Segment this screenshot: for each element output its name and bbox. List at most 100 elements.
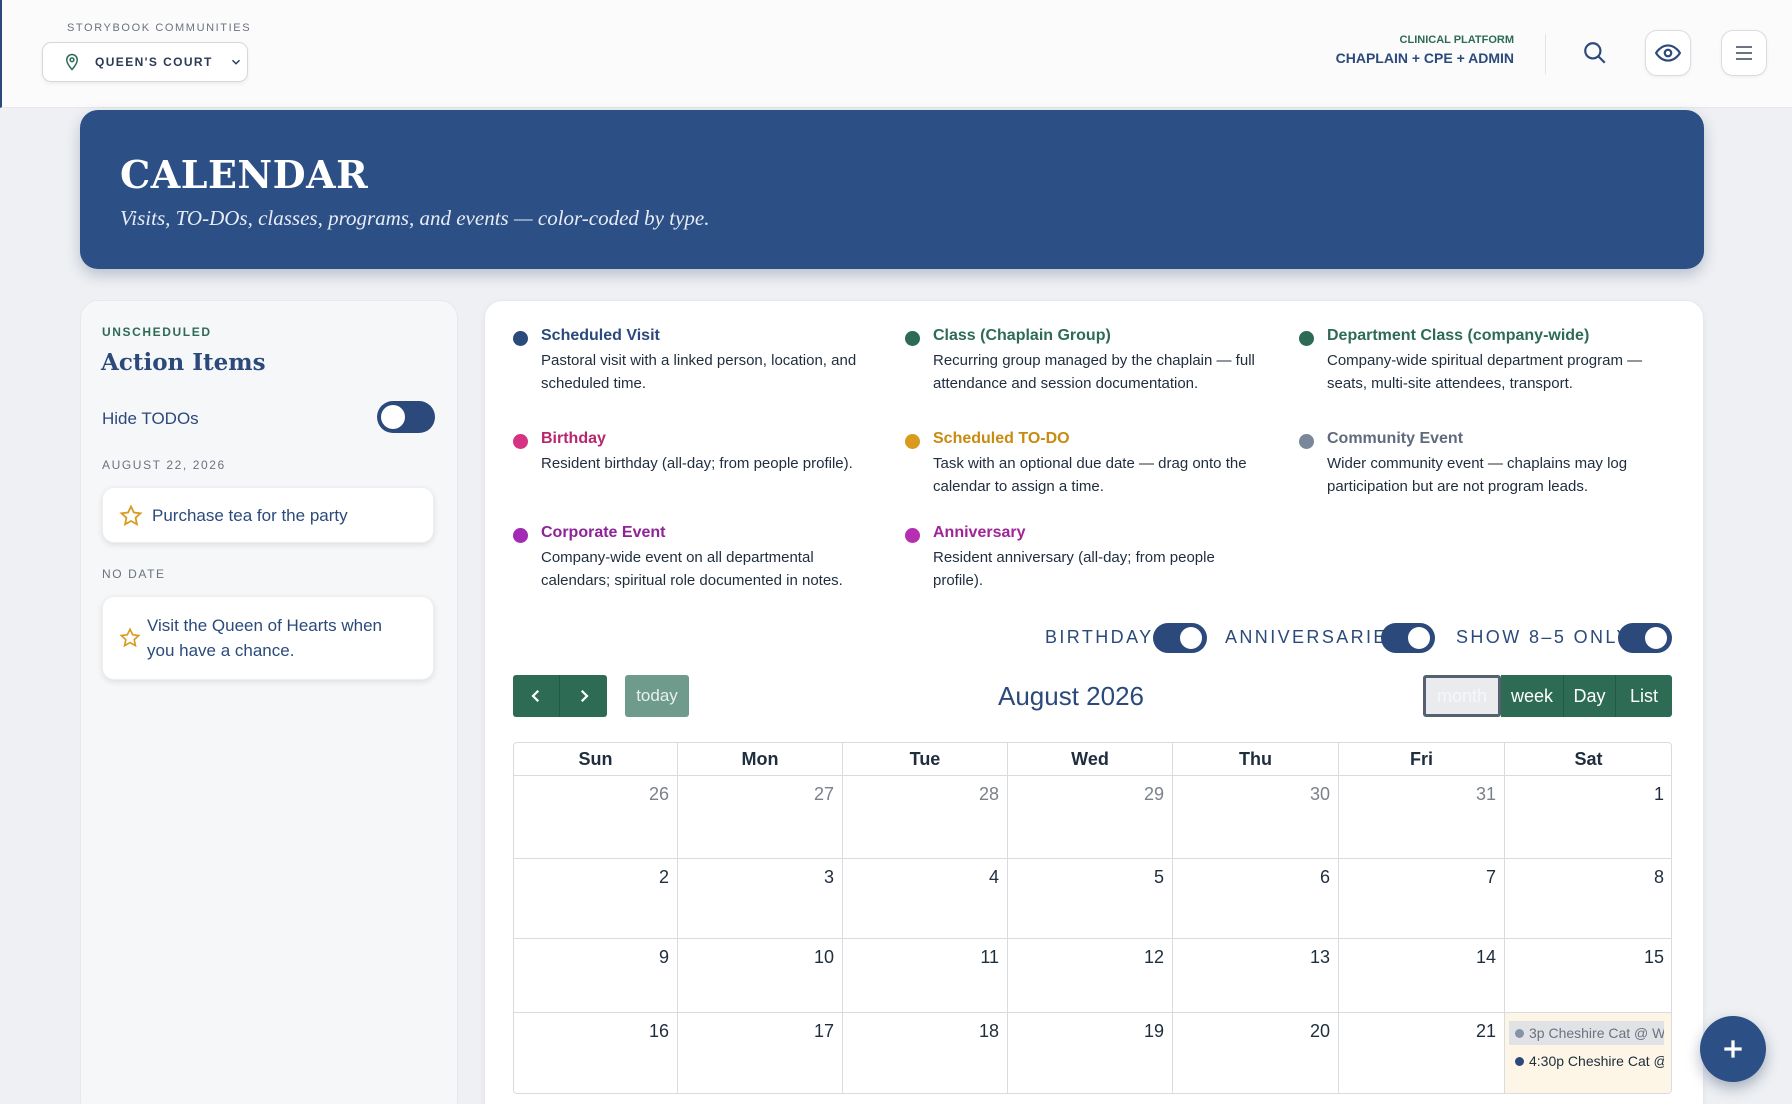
prev-month-button[interactable] (513, 675, 560, 717)
next-month-button[interactable] (560, 675, 607, 717)
day-number[interactable]: 28 (979, 784, 999, 805)
day-cell[interactable]: 7 (1339, 859, 1505, 939)
map-pin-icon (65, 53, 79, 71)
day-cell[interactable]: 21 (1339, 1013, 1505, 1093)
menu-button[interactable] (1721, 30, 1767, 76)
day-cell[interactable]: 2 (514, 859, 678, 939)
legend-dot (513, 528, 528, 543)
day-cell[interactable]: 31 (1339, 776, 1505, 859)
legend-dot (905, 528, 920, 543)
day-number[interactable]: 9 (659, 947, 669, 968)
hide-todos-toggle[interactable] (377, 401, 435, 433)
legend-description: Recurring group managed by the chaplain … (933, 352, 1255, 392)
location-select[interactable]: QUEEN'S COURT (42, 42, 248, 82)
day-number[interactable]: 11 (980, 947, 999, 968)
day-cell[interactable]: 3 (678, 859, 843, 939)
view-day-button[interactable]: Day (1564, 675, 1616, 717)
star-icon[interactable] (119, 504, 143, 528)
day-cell[interactable]: 26 (514, 776, 678, 859)
day-number[interactable]: 7 (1486, 867, 1496, 888)
day-number[interactable]: 15 (1644, 947, 1664, 968)
day-cell[interactable]: 11 (843, 939, 1008, 1013)
event-dot (1515, 1057, 1524, 1066)
day-number[interactable]: 21 (1476, 1021, 1496, 1042)
day-number[interactable]: 29 (1144, 784, 1164, 805)
legend-name: Community Event (1327, 430, 1464, 447)
day-cell[interactable]: 1 (1505, 776, 1671, 859)
birthdays-toggle[interactable] (1153, 623, 1207, 653)
birthdays-label: BIRTHDAYS (1045, 627, 1168, 647)
day-number[interactable]: 13 (1310, 947, 1330, 968)
day-cell[interactable]: 15 (1505, 939, 1671, 1013)
event-label: 3p Cheshire Cat @ W (1529, 1025, 1664, 1041)
weekday-header: Tue (843, 743, 1008, 776)
day-cell[interactable]: 28 (843, 776, 1008, 859)
brand-name: STORYBOOK COMMUNITIES (67, 22, 252, 34)
day-cell[interactable]: 18 (843, 1013, 1008, 1093)
day-number[interactable]: 6 (1320, 867, 1330, 888)
day-cell[interactable]: 30 (1173, 776, 1339, 859)
day-cell[interactable]: 19 (1008, 1013, 1173, 1093)
day-cell[interactable]: 8 (1505, 859, 1671, 939)
platform-label: CLINICAL PLATFORM CHAPLAIN + CPE + ADMIN (1336, 34, 1514, 66)
day-number[interactable]: 10 (814, 947, 834, 968)
day-number[interactable]: 26 (649, 784, 669, 805)
legend-description: Company-wide spiritual department progra… (1327, 352, 1643, 392)
view-as-button[interactable] (1645, 30, 1691, 76)
legend-name: Department Class (company-wide) (1327, 327, 1590, 344)
day-number[interactable]: 14 (1476, 947, 1496, 968)
legend-description: Resident anniversary (all-day; from peop… (933, 549, 1215, 589)
weekday-header: Sun (514, 743, 678, 776)
day-cell[interactable]: 17 (678, 1013, 843, 1093)
day-cell[interactable]: 29 (1008, 776, 1173, 859)
divider (1545, 34, 1546, 74)
calendar-event[interactable]: 3p Cheshire Cat @ W (1509, 1021, 1664, 1045)
calendar-event[interactable]: 4:30p Cheshire Cat @ (1509, 1049, 1664, 1073)
day-number[interactable]: 1 (1654, 784, 1664, 805)
search-button[interactable] (1572, 30, 1618, 76)
chevron-left-icon (531, 689, 540, 703)
day-number[interactable]: 19 (1144, 1021, 1164, 1042)
day-cell[interactable]: 12 (1008, 939, 1173, 1013)
chevron-right-icon (580, 689, 589, 703)
show-8-5-toggle[interactable] (1618, 623, 1672, 653)
legend-name: Anniversary (933, 524, 1026, 541)
today-button[interactable]: today (625, 675, 689, 717)
day-number[interactable]: 27 (814, 784, 834, 805)
day-number[interactable]: 3 (824, 867, 834, 888)
day-number[interactable]: 12 (1144, 947, 1164, 968)
view-month-button[interactable]: month (1423, 675, 1501, 717)
day-cell[interactable]: 6 (1173, 859, 1339, 939)
todo-item[interactable]: Visit the Queen of Hearts when you have … (102, 596, 434, 680)
todo-item[interactable]: Purchase tea for the party (102, 487, 434, 543)
calendar-panel: Scheduled Visit Pastoral visit with a lin… (484, 300, 1704, 1104)
day-cell[interactable]: 14 (1339, 939, 1505, 1013)
day-cell[interactable]: 13 (1173, 939, 1339, 1013)
day-cell[interactable]: 10 (678, 939, 843, 1013)
day-cell[interactable]: 3p Cheshire Cat @ W 4:30p Cheshire Cat @ (1505, 1013, 1671, 1093)
day-cell[interactable]: 27 (678, 776, 843, 859)
day-number[interactable]: 30 (1310, 784, 1330, 805)
day-cell[interactable]: 20 (1173, 1013, 1339, 1093)
day-cell[interactable]: 4 (843, 859, 1008, 939)
add-event-button[interactable] (1700, 1016, 1766, 1082)
day-number[interactable]: 5 (1154, 867, 1164, 888)
day-cell[interactable]: 16 (514, 1013, 678, 1093)
day-number[interactable]: 20 (1310, 1021, 1330, 1042)
day-number[interactable]: 18 (979, 1021, 999, 1042)
anniversaries-toggle[interactable] (1381, 623, 1435, 653)
todo-group-date: NO DATE (102, 567, 166, 581)
calendar-hero: CALENDAR Visits, TO-DOs, classes, progra… (80, 110, 1704, 269)
day-number[interactable]: 16 (649, 1021, 669, 1042)
day-cell[interactable]: 9 (514, 939, 678, 1013)
day-number[interactable]: 4 (989, 867, 999, 888)
day-cell[interactable]: 5 (1008, 859, 1173, 939)
star-icon[interactable] (119, 627, 141, 649)
day-number[interactable]: 17 (814, 1021, 834, 1042)
view-week-button[interactable]: week (1501, 675, 1564, 717)
day-number[interactable]: 8 (1654, 867, 1664, 888)
day-number[interactable]: 31 (1476, 784, 1496, 805)
legend-description: Wider community event — chaplains may lo… (1327, 455, 1628, 495)
view-list-button[interactable]: List (1616, 675, 1672, 717)
day-number[interactable]: 2 (659, 867, 669, 888)
